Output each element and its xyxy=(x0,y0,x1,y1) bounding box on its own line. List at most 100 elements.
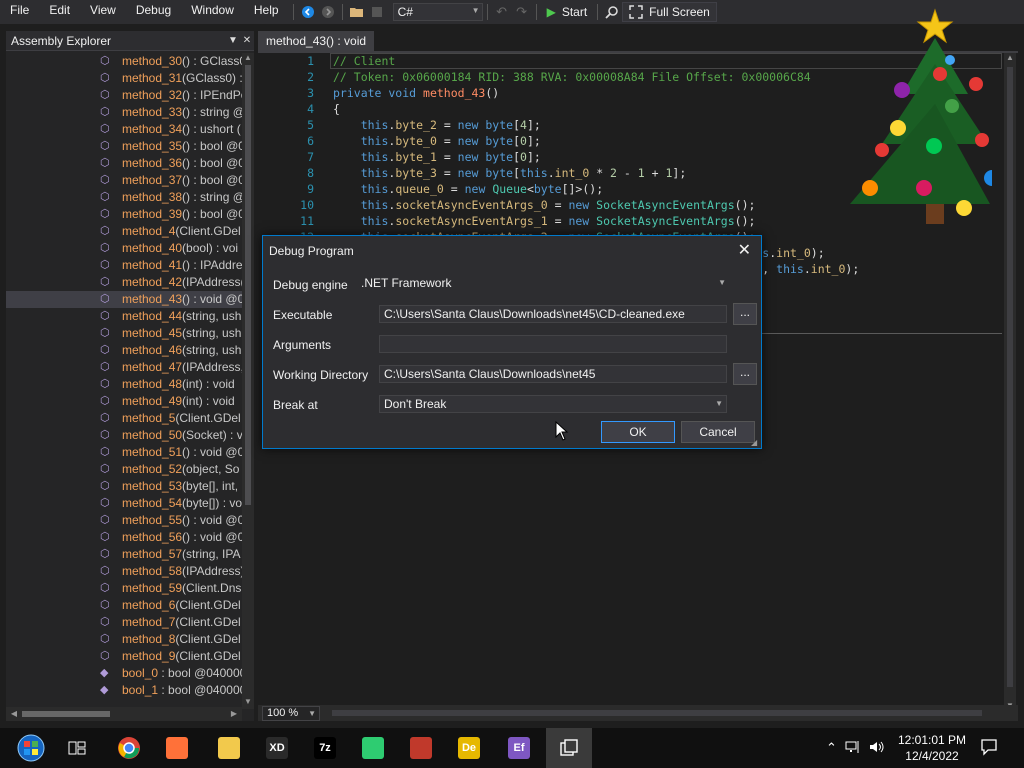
menu-edit[interactable]: Edit xyxy=(39,0,80,24)
tree-item[interactable]: ⬡ method_54(byte[]) : vo xyxy=(6,495,242,512)
zoom-select[interactable]: 100 % ▼ xyxy=(262,706,320,721)
menu-debug[interactable]: Debug xyxy=(126,0,181,24)
redo-icon[interactable]: ↷ xyxy=(512,2,532,22)
tree-item[interactable]: ⬡ method_8(Client.GDel xyxy=(6,631,242,648)
arguments-input[interactable] xyxy=(379,335,727,353)
editor-horizontal-scrollbar[interactable] xyxy=(324,709,988,717)
back-icon[interactable] xyxy=(298,2,318,22)
tree-item[interactable]: ⬡ method_47(IPAddress, xyxy=(6,359,242,376)
scroll-down-icon[interactable]: ▼ xyxy=(242,697,254,709)
start-debug-button[interactable]: ▶ Start xyxy=(541,5,594,19)
tree-item[interactable]: ⬡ method_32() : IPEndPo xyxy=(6,87,242,104)
tree-item[interactable]: ⬡ method_7(Client.GDel xyxy=(6,614,242,631)
tree-item[interactable]: ⬡ method_6(Client.GDel xyxy=(6,597,242,614)
search-icon[interactable] xyxy=(602,2,622,22)
browse-executable-button[interactable]: ... xyxy=(733,303,757,325)
tab-method-43[interactable]: method_43() : void xyxy=(258,31,375,51)
scrollbar-thumb[interactable] xyxy=(245,65,251,505)
tree-item[interactable]: ⬡ method_51() : void @0 xyxy=(6,444,242,461)
language-select[interactable]: C# ▼ xyxy=(392,3,483,21)
ok-button[interactable]: OK xyxy=(601,421,675,443)
explorer-horizontal-scrollbar[interactable]: ◀ ▶ xyxy=(6,707,242,721)
tree-item[interactable]: ◆ bool_0 : bool @040000 xyxy=(6,665,242,682)
scrollbar-thumb[interactable] xyxy=(1007,67,1013,687)
tree-item[interactable]: ◆ bool_1 : bool @040000 xyxy=(6,682,242,699)
tree-item[interactable]: ⬡ method_4(Client.GDel xyxy=(6,223,242,240)
assembly-tree[interactable]: ⬡ method_30() : GClass0 ⬡ method_31(GClass0… xyxy=(6,53,242,709)
scroll-left-icon[interactable]: ◀ xyxy=(8,707,20,721)
executable-input[interactable]: C:\Users\Santa Claus\Downloads\net45\CD-… xyxy=(379,305,727,323)
tree-item[interactable]: ⬡ method_42(IPAddress( xyxy=(6,274,242,291)
tree-item[interactable]: ⬡ method_45(string, ush xyxy=(6,325,242,342)
browse-directory-button[interactable]: ... xyxy=(733,363,757,385)
tree-item[interactable]: ⬡ method_58(IPAddress) xyxy=(6,563,242,580)
editor-vertical-scrollbar[interactable]: ▲ ▼ xyxy=(1004,53,1016,713)
scrollbar-thumb[interactable] xyxy=(332,710,982,716)
scroll-up-icon[interactable]: ▲ xyxy=(1004,53,1016,65)
open-icon[interactable] xyxy=(347,2,367,22)
tree-item[interactable]: ⬡ method_48(int) : void xyxy=(6,376,242,393)
tree-item[interactable]: ⬡ method_38() : string @ xyxy=(6,189,242,206)
save-all-icon[interactable] xyxy=(367,2,387,22)
tree-item[interactable]: ⬡ method_40(bool) : voi xyxy=(6,240,242,257)
notification-icon[interactable] xyxy=(980,738,1000,758)
forward-icon[interactable] xyxy=(318,2,338,22)
de-icon[interactable]: De xyxy=(446,728,492,768)
menu-view[interactable]: View xyxy=(80,0,126,24)
tree-item[interactable]: ⬡ method_53(byte[], int, xyxy=(6,478,242,495)
task-view-icon[interactable] xyxy=(54,728,100,768)
clock[interactable]: 12:01:01 PM 12/4/2022 xyxy=(896,732,968,764)
chevron-down-icon[interactable]: ▼ xyxy=(226,35,240,46)
scrollbar-thumb[interactable] xyxy=(22,711,110,717)
windows-icon[interactable] xyxy=(546,728,592,768)
explorer-vertical-scrollbar[interactable]: ▲ ▼ xyxy=(242,53,254,709)
tree-item[interactable]: ⬡ method_59(Client.Dns xyxy=(6,580,242,597)
tree-item[interactable]: ⬡ method_41() : IPAddre xyxy=(6,257,242,274)
tree-item[interactable]: ⬡ method_30() : GClass0 xyxy=(6,53,242,70)
menu-help[interactable]: Help xyxy=(244,0,289,24)
network-icon[interactable] xyxy=(845,740,861,757)
working-directory-input[interactable]: C:\Users\Santa Claus\Downloads\net45 xyxy=(379,365,727,383)
tree-item[interactable]: ⬡ method_39() : bool @0 xyxy=(6,206,242,223)
file-explorer-icon[interactable] xyxy=(206,728,252,768)
tree-item[interactable]: ⬡ method_5(Client.GDel xyxy=(6,410,242,427)
close-icon[interactable]: ✕ xyxy=(738,240,751,260)
tree-item[interactable]: ⬡ method_56() : void @0 xyxy=(6,529,242,546)
scroll-up-icon[interactable]: ▲ xyxy=(242,53,254,65)
app-red-icon[interactable] xyxy=(398,728,444,768)
app-green-icon[interactable] xyxy=(350,728,396,768)
menu-file[interactable]: File xyxy=(0,0,39,24)
tree-item[interactable]: ⬡ method_57(string, IPA xyxy=(6,546,242,563)
tree-item[interactable]: ⬡ method_36() : bool @0 xyxy=(6,155,242,172)
start-button[interactable] xyxy=(8,728,54,768)
cancel-button[interactable]: Cancel xyxy=(681,421,755,443)
tree-item[interactable]: ⬡ method_9(Client.GDel xyxy=(6,648,242,665)
fullscreen-button[interactable]: Full Screen xyxy=(622,2,717,22)
tree-item[interactable]: ⬡ method_43() : void @0 xyxy=(6,291,242,308)
chrome-icon[interactable] xyxy=(106,728,152,768)
tree-item[interactable]: ⬡ method_46(string, ush xyxy=(6,342,242,359)
volume-icon[interactable] xyxy=(869,740,885,757)
tree-item[interactable]: ⬡ method_52(object, So xyxy=(6,461,242,478)
tree-item[interactable]: ⬡ method_55() : void @0 xyxy=(6,512,242,529)
debug-engine-select[interactable]: .NET Framework ▼ xyxy=(357,275,729,293)
tree-item[interactable]: ⬡ method_37() : bool @0 xyxy=(6,172,242,189)
tree-item[interactable]: ⬡ method_49(int) : void xyxy=(6,393,242,410)
tree-item[interactable]: ⬡ method_31(GClass0) : xyxy=(6,70,242,87)
xd-icon[interactable]: XD xyxy=(254,728,300,768)
tree-item[interactable]: ⬡ method_50(Socket) : v xyxy=(6,427,242,444)
undo-icon[interactable]: ↶ xyxy=(492,2,512,22)
menu-window[interactable]: Window xyxy=(181,0,244,24)
close-icon[interactable]: ✕ xyxy=(240,35,254,46)
ef-icon[interactable]: Ef xyxy=(496,728,542,768)
scroll-right-icon[interactable]: ▶ xyxy=(228,707,240,721)
tree-item[interactable]: ⬡ method_34() : ushort ( xyxy=(6,121,242,138)
tree-item[interactable]: ⬡ method_35() : bool @0 xyxy=(6,138,242,155)
chevron-up-icon[interactable]: ⌃ xyxy=(826,740,837,756)
resize-grip-icon[interactable]: ◢ xyxy=(751,438,759,447)
tree-item[interactable]: ⬡ method_33() : string @ xyxy=(6,104,242,121)
7zip-icon[interactable]: 7z xyxy=(302,728,348,768)
break-at-select[interactable]: Don't Break ▼ xyxy=(379,395,727,413)
tree-item[interactable]: ⬡ method_44(string, ush xyxy=(6,308,242,325)
firefox-icon[interactable] xyxy=(154,728,200,768)
